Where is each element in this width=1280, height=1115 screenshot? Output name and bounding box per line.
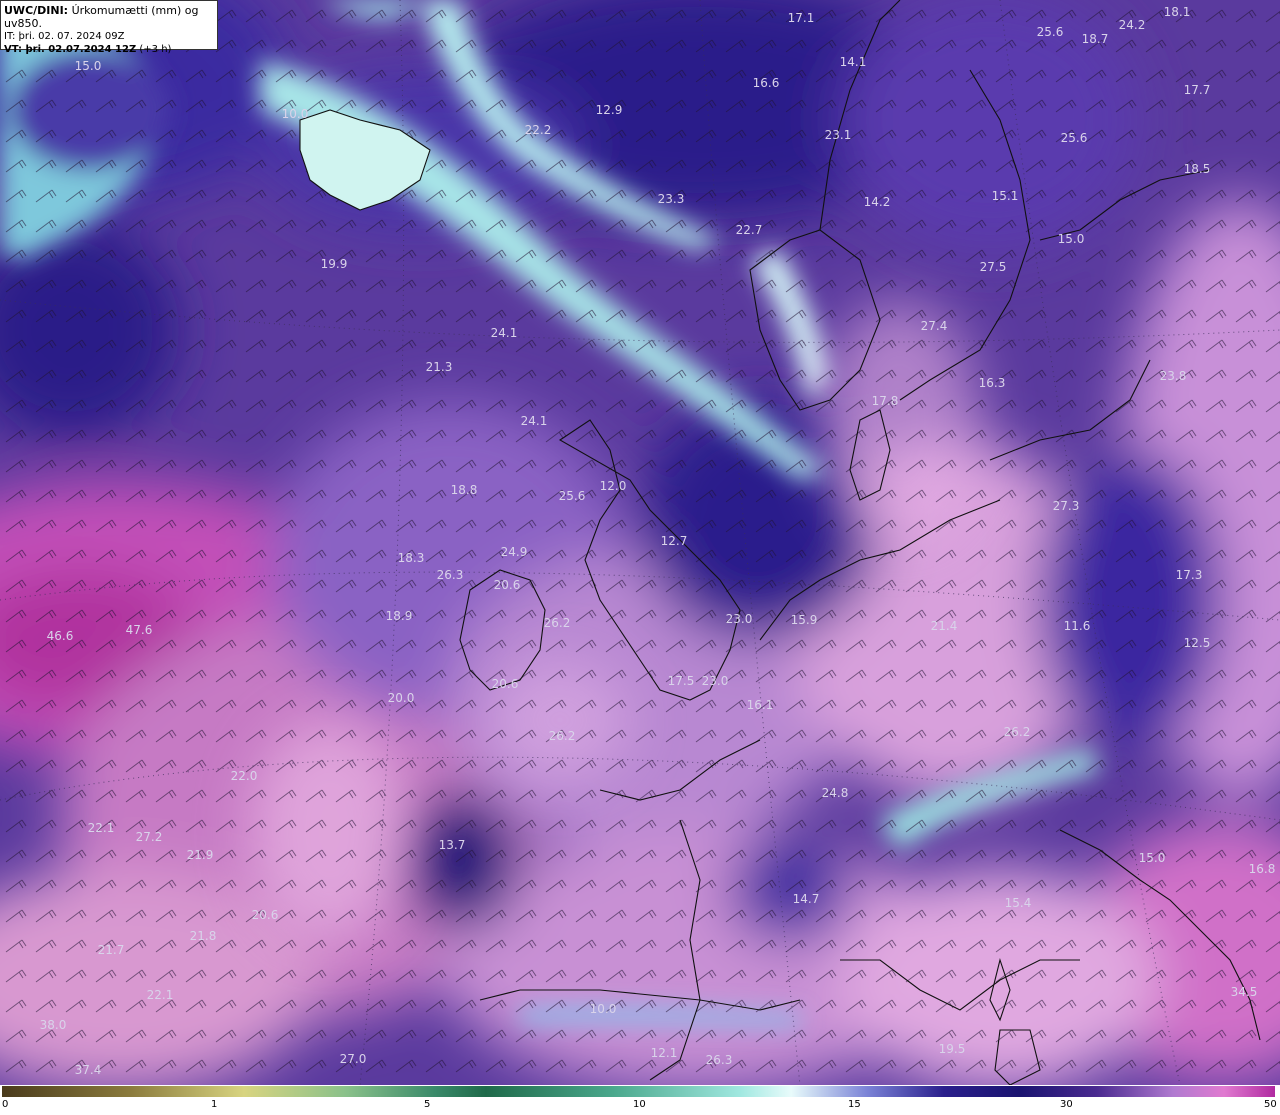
map-value-label: 22.1 xyxy=(88,821,115,835)
colorbar-tick: 50 xyxy=(1264,1099,1277,1110)
colorbar-tick: 5 xyxy=(424,1099,431,1110)
map-value-label: 46.6 xyxy=(47,629,74,643)
map-value-label: 20.0 xyxy=(388,691,415,705)
map-value-label: 17.8 xyxy=(872,394,899,408)
map-value-label: 15.0 xyxy=(1058,232,1085,246)
colorbar-strip xyxy=(2,1086,1275,1097)
map-value-label: 15.0 xyxy=(75,59,102,73)
map-value-label: 14.2 xyxy=(864,195,891,209)
map-value-label: 21.3 xyxy=(426,360,453,374)
colorbar-tick: 30 xyxy=(1060,1099,1073,1110)
map-value-label: 16.6 xyxy=(753,76,780,90)
map-value-label: 22.7 xyxy=(736,223,763,237)
map-value-label: 18.8 xyxy=(451,483,478,497)
map-value-label: 24.1 xyxy=(521,414,548,428)
init-time: IT: þri. 02. 07. 2024 09Z xyxy=(4,31,125,42)
map-value-label: 25.6 xyxy=(559,489,586,503)
colorbar-tick: 10 xyxy=(633,1099,646,1110)
map-value-label: 16.8 xyxy=(1249,862,1276,876)
map-value-label: 24.8 xyxy=(822,786,849,800)
map-value-label: 14.7 xyxy=(793,892,820,906)
map-value-label: 21.8 xyxy=(190,929,217,943)
map-value-label: 25.6 xyxy=(1061,131,1088,145)
map-value-label: 38.0 xyxy=(40,1018,67,1032)
colorbar-tick: 15 xyxy=(848,1099,861,1110)
map-value-label: 16.3 xyxy=(979,376,1006,390)
map-value-label: 16.1 xyxy=(747,698,774,712)
map-value-label: 17.7 xyxy=(1184,83,1211,97)
map-value-label: 27.4 xyxy=(921,319,948,333)
map-value-label: 10.0 xyxy=(282,107,309,121)
map-value-label: 22.1 xyxy=(147,988,174,1002)
map-value-label: 20.6 xyxy=(494,578,521,592)
map-value-label: 26.2 xyxy=(1004,725,1031,739)
map-value-label: 23.0 xyxy=(702,674,729,688)
valid-time: VT: þri. 02.07.2024 12Z xyxy=(4,44,137,55)
map-value-label: 22.2 xyxy=(525,123,552,137)
wind-barbs xyxy=(0,0,1280,1085)
map-value-label: 21.9 xyxy=(187,848,214,862)
map-value-label: 26.3 xyxy=(437,568,464,582)
map-value-label: 22.0 xyxy=(231,769,258,783)
map-value-label: 10.0 xyxy=(590,1002,617,1016)
map-value-label: 26.2 xyxy=(544,616,571,630)
info-box: UWC/DINI: Úrkomumætti (mm) og uv850. IT:… xyxy=(0,0,218,55)
map-value-label: 23.1 xyxy=(825,128,852,142)
map-value-label: 15.9 xyxy=(791,613,818,627)
map-value-label: 17.3 xyxy=(1176,568,1203,582)
weather-map: 15.0 10.0 19.9 24.1 21.3 24.1 18.8 18.3 26.3 18.9… xyxy=(0,0,1280,1085)
map-value-label: 18.3 xyxy=(398,551,425,565)
map-value-label: 24.1 xyxy=(491,326,518,340)
map-value-label: 15.1 xyxy=(992,189,1019,203)
map-value-label: 27.5 xyxy=(980,260,1007,274)
map-value-label: 27.0 xyxy=(340,1052,367,1066)
map-value-label: 20.6 xyxy=(492,677,519,691)
map-value-label: 15.4 xyxy=(1005,896,1032,910)
map-value-label: 15.0 xyxy=(1139,851,1166,865)
map-value-label: 20.6 xyxy=(252,908,279,922)
map-value-label: 18.9 xyxy=(386,609,413,623)
map-value-label: 23.3 xyxy=(658,192,685,206)
map-value-label: 19.5 xyxy=(939,1042,966,1056)
colorbar-tick: 1 xyxy=(211,1099,218,1110)
map-value-label: 21.4 xyxy=(931,619,958,633)
map-value-label: 24.9 xyxy=(501,545,528,559)
map-value-label: 12.7 xyxy=(661,534,688,548)
map-value-label: 11.6 xyxy=(1064,619,1091,633)
map-value-label: 27.3 xyxy=(1053,499,1080,513)
map-value-label: 26.2 xyxy=(549,729,576,743)
map-value-label: 24.2 xyxy=(1119,18,1146,32)
map-value-label: 12.9 xyxy=(596,103,623,117)
colorbar-tick: 0 xyxy=(2,1099,9,1110)
map-value-label: 17.5 xyxy=(668,674,695,688)
precipitable-water-field: 15.0 10.0 19.9 24.1 21.3 24.1 18.8 18.3 26.3 18.9… xyxy=(0,0,1280,1085)
map-value-label: 12.5 xyxy=(1184,636,1211,650)
map-value-label: 27.2 xyxy=(136,830,163,844)
map-value-label: 26.3 xyxy=(706,1053,733,1067)
map-value-label: 12.0 xyxy=(600,479,627,493)
map-value-label: 23.8 xyxy=(1160,369,1187,383)
map-value-label: 25.6 xyxy=(1037,25,1064,39)
map-value-label: 37.4 xyxy=(75,1063,102,1077)
map-value-label: 18.1 xyxy=(1164,5,1191,19)
map-value-label: 19.9 xyxy=(321,257,348,271)
map-value-label: 17.1 xyxy=(788,11,815,25)
map-value-label: 18.5 xyxy=(1184,162,1211,176)
map-value-label: 18.7 xyxy=(1082,32,1109,46)
map-value-label: 47.6 xyxy=(126,623,153,637)
map-value-label: 14.1 xyxy=(840,55,867,69)
map-value-label: 34.5 xyxy=(1231,985,1258,999)
colorbar: 0 1 5 10 15 30 50 xyxy=(0,1085,1280,1115)
map-value-label: 12.1 xyxy=(651,1046,678,1060)
map-value-label: 21.7 xyxy=(98,943,125,957)
valid-offset: (+3 h) xyxy=(139,44,172,55)
map-value-label: 13.7 xyxy=(439,838,466,852)
product-name: UWC/DINI: xyxy=(4,4,69,17)
map-value-label: 23.0 xyxy=(726,612,753,626)
